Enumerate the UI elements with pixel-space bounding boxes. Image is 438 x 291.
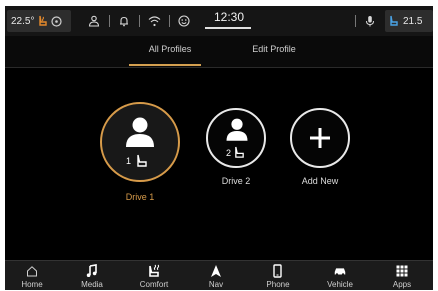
add-new-profile-button[interactable]: Add New (290, 108, 350, 186)
seat-icon (235, 146, 244, 158)
profile-slot-number: 1 (126, 156, 132, 166)
status-divider (139, 15, 140, 27)
add-profile-circle (290, 108, 350, 168)
clock-underline (205, 27, 251, 29)
microphone-icon[interactable] (363, 14, 377, 28)
nav-vehicle[interactable]: Vehicle (315, 261, 365, 290)
person-icon (126, 117, 154, 147)
profile-avatar: 1 (100, 102, 180, 182)
status-divider (355, 15, 356, 27)
phone-icon (271, 264, 285, 278)
user-profile-icon[interactable] (87, 14, 101, 28)
nav-label: Media (81, 280, 103, 289)
nav-label: Nav (208, 280, 224, 289)
face-status-icon[interactable] (177, 14, 191, 28)
active-tab-indicator (129, 64, 201, 66)
profile-label: Drive 2 (221, 176, 251, 186)
status-divider (169, 15, 170, 27)
seat-icon (390, 15, 398, 26)
nav-media[interactable]: Media (67, 261, 117, 290)
nav-phone[interactable]: Phone (253, 261, 303, 290)
passenger-temperature: 21.5 (403, 15, 423, 27)
clock: 12:30 (213, 10, 245, 24)
driver-climate-control[interactable]: 22.5° (7, 10, 71, 32)
bottom-nav-bar: Home Media Comfort Nav Phone Vehicle App… (5, 260, 433, 290)
nav-label: Home (21, 280, 43, 289)
heated-seat-icon (39, 15, 48, 26)
profile-drive-2[interactable]: 2 Drive 2 (206, 108, 266, 186)
nav-comfort[interactable]: Comfort (129, 261, 179, 290)
nav-apps[interactable]: Apps (377, 261, 427, 290)
steering-wheel-heat-icon (51, 15, 63, 27)
profile-avatar: 2 (206, 108, 266, 168)
tab-edit-profile[interactable]: Edit Profile (233, 44, 315, 54)
status-divider (109, 15, 110, 27)
driver-temperature: 22.5° (11, 15, 35, 27)
profile-slot-number: 2 (226, 148, 232, 158)
car-icon (333, 264, 347, 278)
seat-icon (137, 154, 147, 167)
passenger-climate-control[interactable]: 21.5 (385, 10, 433, 32)
wifi-icon[interactable] (147, 14, 161, 28)
profile-label: Add New (301, 176, 339, 186)
notification-bell-icon[interactable] (117, 14, 131, 28)
nav-label: Vehicle (327, 280, 353, 289)
home-icon (25, 264, 39, 278)
person-icon (226, 118, 248, 141)
uconnect-screen: 22.5° 12:30 21.5 All Profiles Edit Profi… (5, 6, 433, 290)
nav-label: Apps (392, 280, 412, 289)
status-bar: 22.5° 12:30 21.5 (5, 6, 433, 36)
nav-label: Comfort (139, 280, 169, 289)
profile-drive-1[interactable]: 1 Drive 1 (100, 102, 180, 202)
tab-all-profiles[interactable]: All Profiles (129, 44, 211, 54)
plus-icon (310, 128, 330, 148)
nav-nav[interactable]: Nav (191, 261, 241, 290)
music-note-icon (85, 264, 99, 278)
profile-tabs: All Profiles Edit Profile (5, 36, 433, 68)
heated-seat-icon (147, 264, 161, 278)
apps-grid-icon (395, 264, 409, 278)
navigation-arrow-icon (209, 264, 223, 278)
nav-home[interactable]: Home (7, 261, 57, 290)
nav-label: Phone (266, 280, 290, 289)
profile-label: Drive 1 (125, 192, 155, 202)
